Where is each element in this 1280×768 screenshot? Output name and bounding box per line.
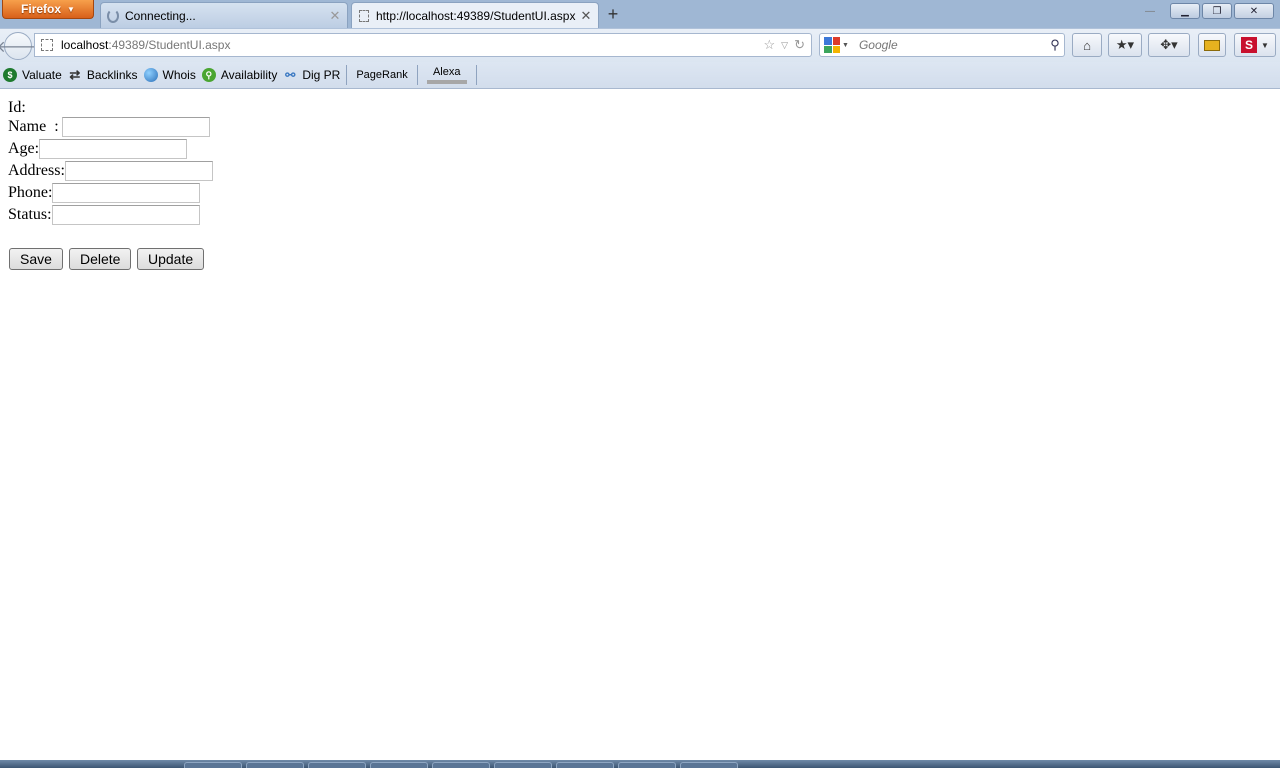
bookmark-star-icon[interactable]: ☆ [764,37,776,53]
bookmark-label: Backlinks [86,68,138,82]
extension-button[interactable]: ✥▾ [1148,33,1190,57]
chevron-down-icon: ▼ [67,4,75,14]
taskbar-item[interactable] [370,762,428,768]
dash-icon: — [1145,6,1155,17]
s-logo-icon: S [1241,37,1258,53]
taskbar-item[interactable] [680,762,738,768]
google-logo-icon[interactable] [824,37,840,53]
chevron-down-icon: ▼ [1261,40,1269,50]
close-icon[interactable]: ✕ [327,8,343,24]
url-input[interactable]: localhost:49389/StudentUI.aspx [61,38,764,52]
globe-icon [143,68,158,82]
toolbar-separator [416,65,418,85]
search-bar[interactable]: ▼ Google ⚲ [819,33,1065,57]
firefox-menu-button[interactable]: Firefox ▼ [2,0,94,19]
toolbar-separator [475,65,477,85]
loading-spinner-icon [107,8,119,23]
pagerank-button[interactable]: PageRank [353,62,410,88]
address-input[interactable] [64,161,213,181]
bookmark-label: Whois [162,68,196,82]
age-input[interactable] [39,139,188,159]
search-icon[interactable]: ⚲ [1046,37,1064,53]
delete-button[interactable]: Delete [69,248,131,270]
taskbar-item[interactable] [494,762,552,768]
restore-button[interactable]: ❐ [1202,3,1232,19]
arrows-icon: ⇄ [69,67,81,82]
close-icon[interactable]: ✕ [578,8,594,24]
update-button[interactable]: Update [137,248,204,270]
id-label: Id: [8,99,26,116]
alexa-button[interactable]: Alexa [424,62,470,88]
url-path: :49389/StudentUI.aspx [108,38,231,52]
puzzle-icon: ✥▾ [1160,37,1178,52]
new-tab-button[interactable]: + [600,3,626,25]
url-host: localhost [61,38,109,52]
magnifier-icon: ⚲ [201,68,216,82]
site-identity-icon[interactable] [41,39,53,51]
taskbar-item[interactable] [308,762,366,768]
s-addon-button[interactable]: S ▼ [1234,33,1276,57]
close-window-button[interactable]: ✕ [1234,3,1274,19]
taskbar-item[interactable] [246,762,304,768]
home-icon: ⌂ [1083,37,1091,53]
search-input[interactable]: Google [853,38,1046,52]
network-icon: ⚯ [285,68,296,82]
save-button[interactable]: Save [9,248,63,270]
age-row: Age: [8,139,188,159]
tab-title: Connecting... [125,8,196,23]
bookmark-valuate[interactable]: $ Valuate [0,62,65,88]
back-button[interactable]: 🡐 [0,32,39,60]
reload-icon[interactable]: ↻ [794,37,805,53]
toolbar-separator [346,65,348,85]
title-bar: Firefox ▼ Connecting... ✕ http://localho… [0,0,1280,28]
blank-page-icon [358,9,370,22]
bookmark-label: Valuate [22,68,62,82]
taskbar-item[interactable] [556,762,614,768]
pagerank-label: PageRank [356,69,408,81]
bookmarks-menu-button[interactable]: ★▾ [1108,33,1142,57]
phone-row: Phone: [8,183,201,203]
address-row: Address: [8,161,213,181]
id-row: Id: [8,99,26,117]
phone-input[interactable] [52,183,201,203]
alexa-label: Alexa [432,66,461,78]
bookmark-dig-pr[interactable]: ⚯ Dig PR [280,62,343,88]
chevron-down-icon[interactable]: ▼ [842,42,849,49]
navigation-toolbar: 🡐 localhost:49389/StudentUI.aspx ☆ ▽ ↻ ▼… [0,28,1280,62]
name-label: Name : [8,118,59,135]
bookmarks-toolbar: $ Valuate ⇄ Backlinks Whois ⚲ Availabili… [0,62,1280,89]
taskbar-item[interactable] [184,762,242,768]
name-row: Name : [8,117,210,137]
bookmark-label: Dig PR [302,68,341,82]
address-bar[interactable]: localhost:49389/StudentUI.aspx ☆ ▽ ↻ [34,33,812,57]
firefox-menu-label: Firefox [21,2,62,16]
taskbar-item[interactable] [432,762,490,768]
status-input[interactable] [51,205,200,225]
ruler-icon [1204,39,1220,51]
home-button[interactable]: ⌂ [1072,33,1102,57]
tab-connecting[interactable]: Connecting... ✕ [100,2,348,28]
minimize-button[interactable]: ▁ [1170,3,1200,19]
tab-title: http://localhost:49389/StudentUI.aspx [376,8,576,23]
phone-label: Phone: [8,184,53,201]
bookmark-backlinks[interactable]: ⇄ Backlinks [65,62,141,88]
address-label: Address: [8,162,65,179]
status-label: Status: [8,206,52,223]
window-controls: ▁ ❐ ✕ [1170,3,1274,19]
alexa-rank-bar [426,80,467,84]
taskbar-item[interactable] [618,762,676,768]
bookmark-label: Availability [220,68,278,82]
bookmark-availability[interactable]: ⚲ Availability [199,62,280,88]
tab-studentui[interactable]: http://localhost:49389/StudentUI.aspx ✕ [351,2,599,28]
dollar-icon: $ [3,68,17,82]
status-row: Status: [8,205,200,225]
page-content: Id: Name : Age: Address: Phone: Status: … [0,89,1280,760]
ruler-addon-button[interactable] [1198,33,1226,57]
age-label: Age: [8,140,40,157]
history-dropdown-icon[interactable]: ▽ [781,40,788,51]
bookmark-whois[interactable]: Whois [141,62,199,88]
bookmarks-icon: ★▾ [1115,37,1135,52]
name-input[interactable] [61,117,210,137]
